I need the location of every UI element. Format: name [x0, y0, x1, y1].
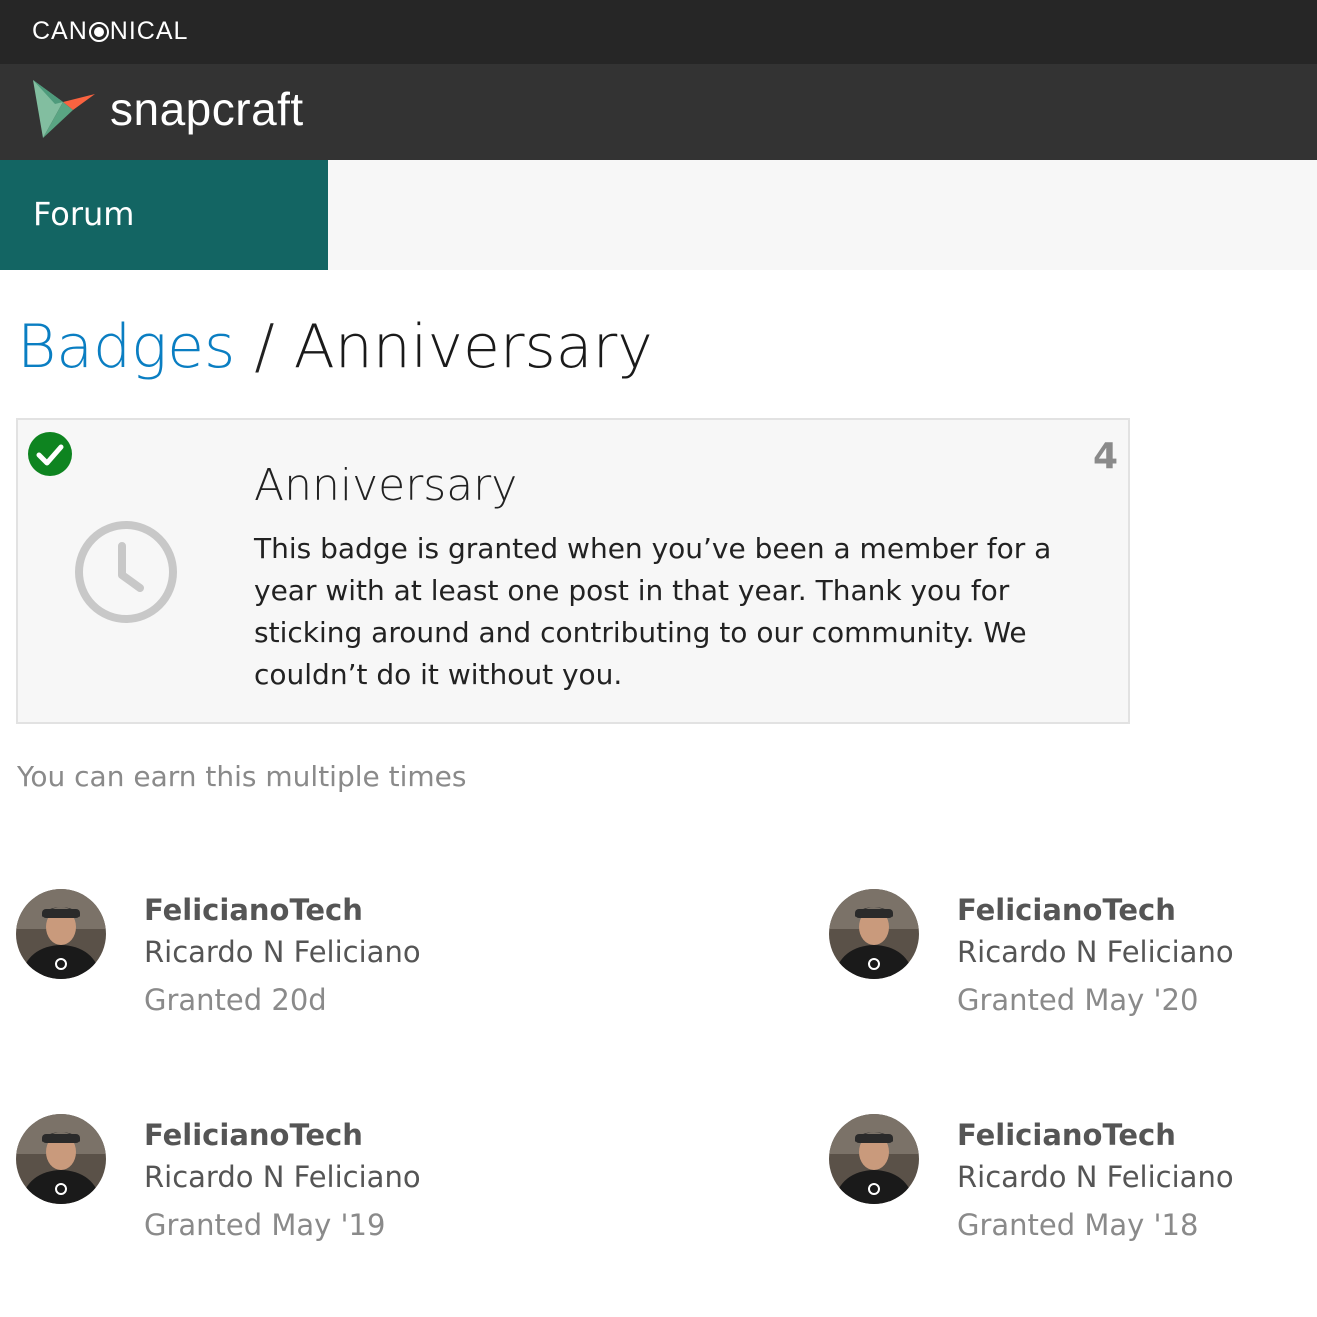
snapcraft-header: snapcraft: [0, 64, 1317, 160]
grant-item: FelicianoTech Ricardo N Feliciano Grante…: [829, 889, 1309, 1029]
grant-date[interactable]: Granted May '18: [957, 1208, 1198, 1242]
grant-username[interactable]: FelicianoTech: [144, 893, 363, 927]
grant-date[interactable]: Granted May '19: [144, 1208, 385, 1242]
grant-item: FelicianoTech Ricardo N Feliciano Grante…: [16, 1114, 536, 1254]
grant-date[interactable]: Granted 20d: [144, 983, 327, 1017]
canonical-bar: CAN NICAL: [0, 0, 1317, 64]
nav-bar: Forum: [0, 160, 1317, 270]
grant-item: FelicianoTech Ricardo N Feliciano Grante…: [16, 889, 536, 1029]
canonical-logo[interactable]: CAN NICAL: [32, 17, 188, 46]
breadcrumb-current: Anniversary: [293, 312, 653, 382]
canonical-logo-text-left: CAN: [32, 17, 88, 45]
page-title: Badges / Anniversary: [17, 312, 653, 382]
user-avatar[interactable]: [829, 1114, 919, 1204]
grant-fullname: Ricardo N Feliciano: [957, 1160, 1234, 1194]
check-icon: [28, 432, 72, 476]
canonical-logo-text-right: NICAL: [109, 17, 189, 45]
user-avatar[interactable]: [16, 889, 106, 979]
grant-username[interactable]: FelicianoTech: [144, 1118, 363, 1152]
grant-fullname: Ricardo N Feliciano: [957, 935, 1234, 969]
badge-card: 4 Anniversary This badge is granted when…: [16, 418, 1130, 724]
tab-forum[interactable]: Forum: [0, 160, 328, 270]
earn-multiple-note: You can earn this multiple times: [17, 760, 467, 793]
snapcraft-bird-icon[interactable]: [33, 80, 97, 140]
grant-item: FelicianoTech Ricardo N Feliciano Grante…: [829, 1114, 1309, 1254]
breadcrumb-badges-link[interactable]: Badges: [17, 312, 235, 382]
badge-name: Anniversary: [254, 460, 518, 511]
grant-username[interactable]: FelicianoTech: [957, 893, 1176, 927]
badge-description: This badge is granted when you’ve been a…: [254, 532, 1052, 691]
user-avatar[interactable]: [829, 889, 919, 979]
grant-date[interactable]: Granted May '20: [957, 983, 1198, 1017]
canonical-logo-circle-icon: [88, 21, 109, 42]
grant-username[interactable]: FelicianoTech: [957, 1118, 1176, 1152]
snapcraft-wordmark[interactable]: snapcraft: [110, 82, 304, 136]
user-avatar[interactable]: [16, 1114, 106, 1204]
clock-icon: [75, 521, 177, 623]
grant-fullname: Ricardo N Feliciano: [144, 1160, 421, 1194]
grant-fullname: Ricardo N Feliciano: [144, 935, 421, 969]
badge-grant-count: 4: [1092, 436, 1118, 477]
breadcrumb-separator: /: [235, 312, 294, 382]
